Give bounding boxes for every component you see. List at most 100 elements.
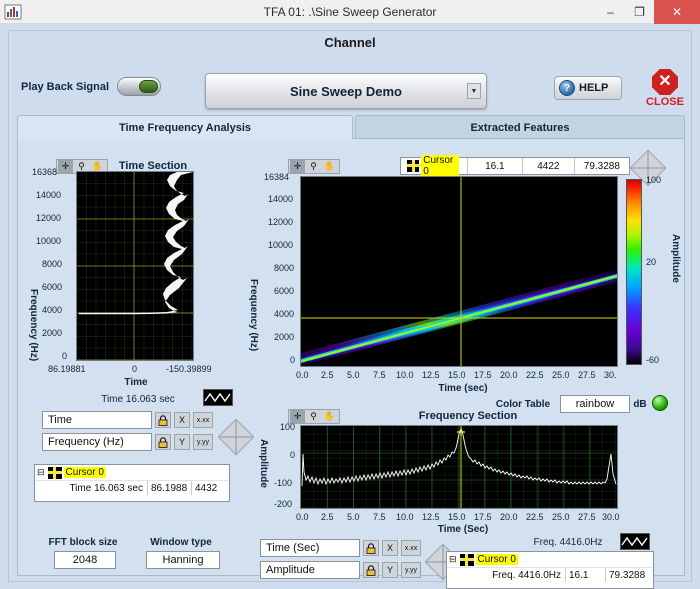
waveform-icon[interactable] — [203, 389, 233, 406]
fft-block-size-value[interactable]: 2048 — [54, 551, 116, 569]
window-type-label: Window type — [150, 537, 212, 548]
frequency-section-graph-palette[interactable]: ✛ ⚲ ✋ — [288, 409, 340, 424]
ts-ytick-5: 6000 — [42, 282, 63, 292]
hand-icon[interactable]: ✋ — [322, 410, 337, 423]
spectrogram-cursor-z: 79.3288 — [573, 158, 629, 174]
sg-ytick-8: 0 — [290, 355, 296, 365]
format-x-icon[interactable]: x.xx — [401, 540, 421, 556]
bottom-cursor-col2: 79.3288 — [605, 568, 653, 582]
time-section-xlabel: Time — [124, 377, 148, 388]
left-cursor-table[interactable]: ⊟ Cursor 0 Time 16.063 sec 86.1988 4432 — [34, 464, 230, 502]
autoscale-y-icon[interactable]: Y — [382, 562, 398, 578]
frequency-section-plot[interactable] — [300, 425, 618, 509]
close-app-label: CLOSE — [646, 96, 684, 108]
help-button[interactable]: ? HELP — [554, 76, 622, 100]
lock-y-icon[interactable] — [155, 434, 171, 450]
lock-icon[interactable] — [155, 412, 171, 428]
sg-xtick-5: 12.5 — [422, 370, 440, 380]
lock-icon[interactable] — [363, 540, 379, 556]
fs-xtick-12: 30.0 — [602, 512, 620, 522]
fs-xtick-10: 25.0 — [552, 512, 570, 522]
close-window-button[interactable]: ✕ — [654, 0, 700, 24]
spectrogram-cursor-x: 16.1 — [466, 158, 522, 174]
format-y-icon[interactable]: y.yy — [193, 434, 213, 450]
time-section-plot[interactable] — [76, 171, 194, 361]
window-type-value[interactable]: Hanning — [146, 551, 220, 569]
sg-ytick-7: 2000 — [274, 332, 295, 342]
bottom-cursor-row-label: Freq. 4416.0Hz — [492, 569, 561, 581]
playback-signal-label: Play Back Signal — [21, 81, 110, 93]
fs-xtick-4: 10.0 — [396, 512, 414, 522]
ts-ytick-8: 0 — [62, 351, 68, 361]
tab-page-time-frequency-analysis: ✛ ⚲ ✋ Time Section Frequency (Hz) 16368 … — [17, 138, 685, 589]
autoscale-x-icon[interactable]: X — [174, 412, 190, 428]
autoscale-x-icon[interactable]: X — [382, 540, 398, 556]
format-x-icon[interactable]: x.xx — [193, 412, 213, 428]
crosshair-icon[interactable]: ✛ — [290, 160, 305, 173]
frequency-section-readout: Freq. 4416.0Hz — [533, 537, 603, 548]
playback-signal-toggle[interactable] — [117, 77, 161, 96]
cursor-marker-icon — [407, 160, 422, 172]
tab-time-frequency-analysis[interactable]: Time Frequency Analysis — [17, 115, 353, 139]
fs-xtick-7: 17.5 — [474, 512, 492, 522]
maximize-button[interactable]: ❐ — [625, 0, 654, 24]
green-led-icon[interactable] — [652, 395, 668, 411]
app-icon — [4, 4, 22, 20]
spectrogram-xlabel: Time (sec) — [438, 383, 488, 394]
fs-xtick-11: 27.5 — [578, 512, 596, 522]
frequency-section-xlabel: Time (Sec) — [437, 524, 489, 535]
sg-ytick-5: 6000 — [274, 286, 295, 296]
close-app-button[interactable]: ✕ CLOSE — [640, 69, 690, 108]
sg-ytick-0: 16384 — [264, 172, 290, 182]
bottom-cursor-name: Cursor 0 — [475, 554, 518, 565]
sg-ytick-3: 10000 — [268, 240, 294, 250]
color-table-label: Color Table — [495, 399, 551, 410]
spectrogram-graph-palette[interactable]: ✛ ⚲ ✋ — [288, 159, 340, 174]
waveform-icon[interactable] — [620, 533, 650, 550]
cursor-marker-icon — [459, 553, 474, 566]
bottom-cursor-table[interactable]: ⊟ Cursor 0 Freq. 4416.0Hz 16.1 79.3288 — [446, 551, 654, 589]
format-y-icon[interactable]: y.yy — [401, 562, 421, 578]
tab-bar: Time Frequency Analysis Extracted Featur… — [17, 115, 685, 139]
title-bar: TFA 01: .\Sine Sweep Generator – ❐ ✕ — [0, 0, 700, 24]
frequency-section-ylabel: Amplitude — [258, 439, 269, 488]
ts-ytick-2: 12000 — [36, 213, 62, 223]
spectrogram-plot[interactable] — [300, 176, 618, 367]
hand-icon[interactable]: ✋ — [322, 160, 337, 173]
channel-select[interactable]: Sine Sweep Demo ▼ — [205, 73, 487, 109]
fs-xtick-3: 7.5 — [373, 512, 386, 522]
tab-extracted-features[interactable]: Extracted Features — [355, 115, 685, 139]
minimize-button[interactable]: – — [596, 0, 625, 24]
y-scale-field[interactable]: Frequency (Hz) — [42, 433, 152, 451]
x-scale-field[interactable]: Time — [42, 411, 152, 429]
question-mark-icon: ? — [559, 80, 575, 96]
crosshair-icon[interactable]: ✛ — [58, 160, 73, 173]
ts-ytick-0: 16368 — [32, 167, 58, 177]
fft-block-size-label: FFT block size — [48, 537, 118, 548]
spectrogram-cursor-legend[interactable]: Cursor 0 16.1 4422 79.3288 — [400, 155, 630, 177]
colorbar-label: Amplitude — [670, 234, 681, 283]
spectrogram-colorbar[interactable] — [626, 179, 642, 365]
color-table-value[interactable]: rainbow — [560, 395, 630, 413]
cursor-expander-icon[interactable]: ⊟ — [37, 467, 45, 478]
fs-xtick-6: 15.0 — [448, 512, 466, 522]
bottom-y-scale-field[interactable]: Amplitude — [260, 561, 360, 579]
cursor-expander-icon[interactable]: ⊟ — [449, 554, 457, 565]
bottom-cursor-col1: 16.1 — [565, 568, 605, 582]
magnifier-icon[interactable]: ⚲ — [306, 410, 321, 423]
spectrogram-cursor-name: Cursor 0 — [421, 155, 459, 177]
magnifier-icon[interactable]: ⚲ — [306, 160, 321, 173]
time-section-ylabel: Frequency (Hz) — [28, 289, 39, 362]
chevron-down-icon[interactable]: ▼ — [467, 83, 481, 99]
bottom-x-scale-field[interactable]: Time (Sec) — [260, 539, 360, 557]
lock-y-icon[interactable] — [363, 562, 379, 578]
cb-tick-1: 20 — [646, 257, 657, 267]
sg-xtick-9: 22.5 — [526, 370, 544, 380]
autoscale-y-icon[interactable]: Y — [174, 434, 190, 450]
window-title: TFA 01: .\Sine Sweep Generator — [263, 4, 437, 19]
ts-xtick-2: -150.39899 — [166, 364, 212, 374]
frequency-section-title: Frequency Section — [418, 410, 518, 422]
left-scroll-diamond[interactable] — [217, 418, 255, 456]
ts-ytick-6: 4000 — [42, 305, 63, 315]
cb-tick-0: 100 — [646, 175, 662, 185]
